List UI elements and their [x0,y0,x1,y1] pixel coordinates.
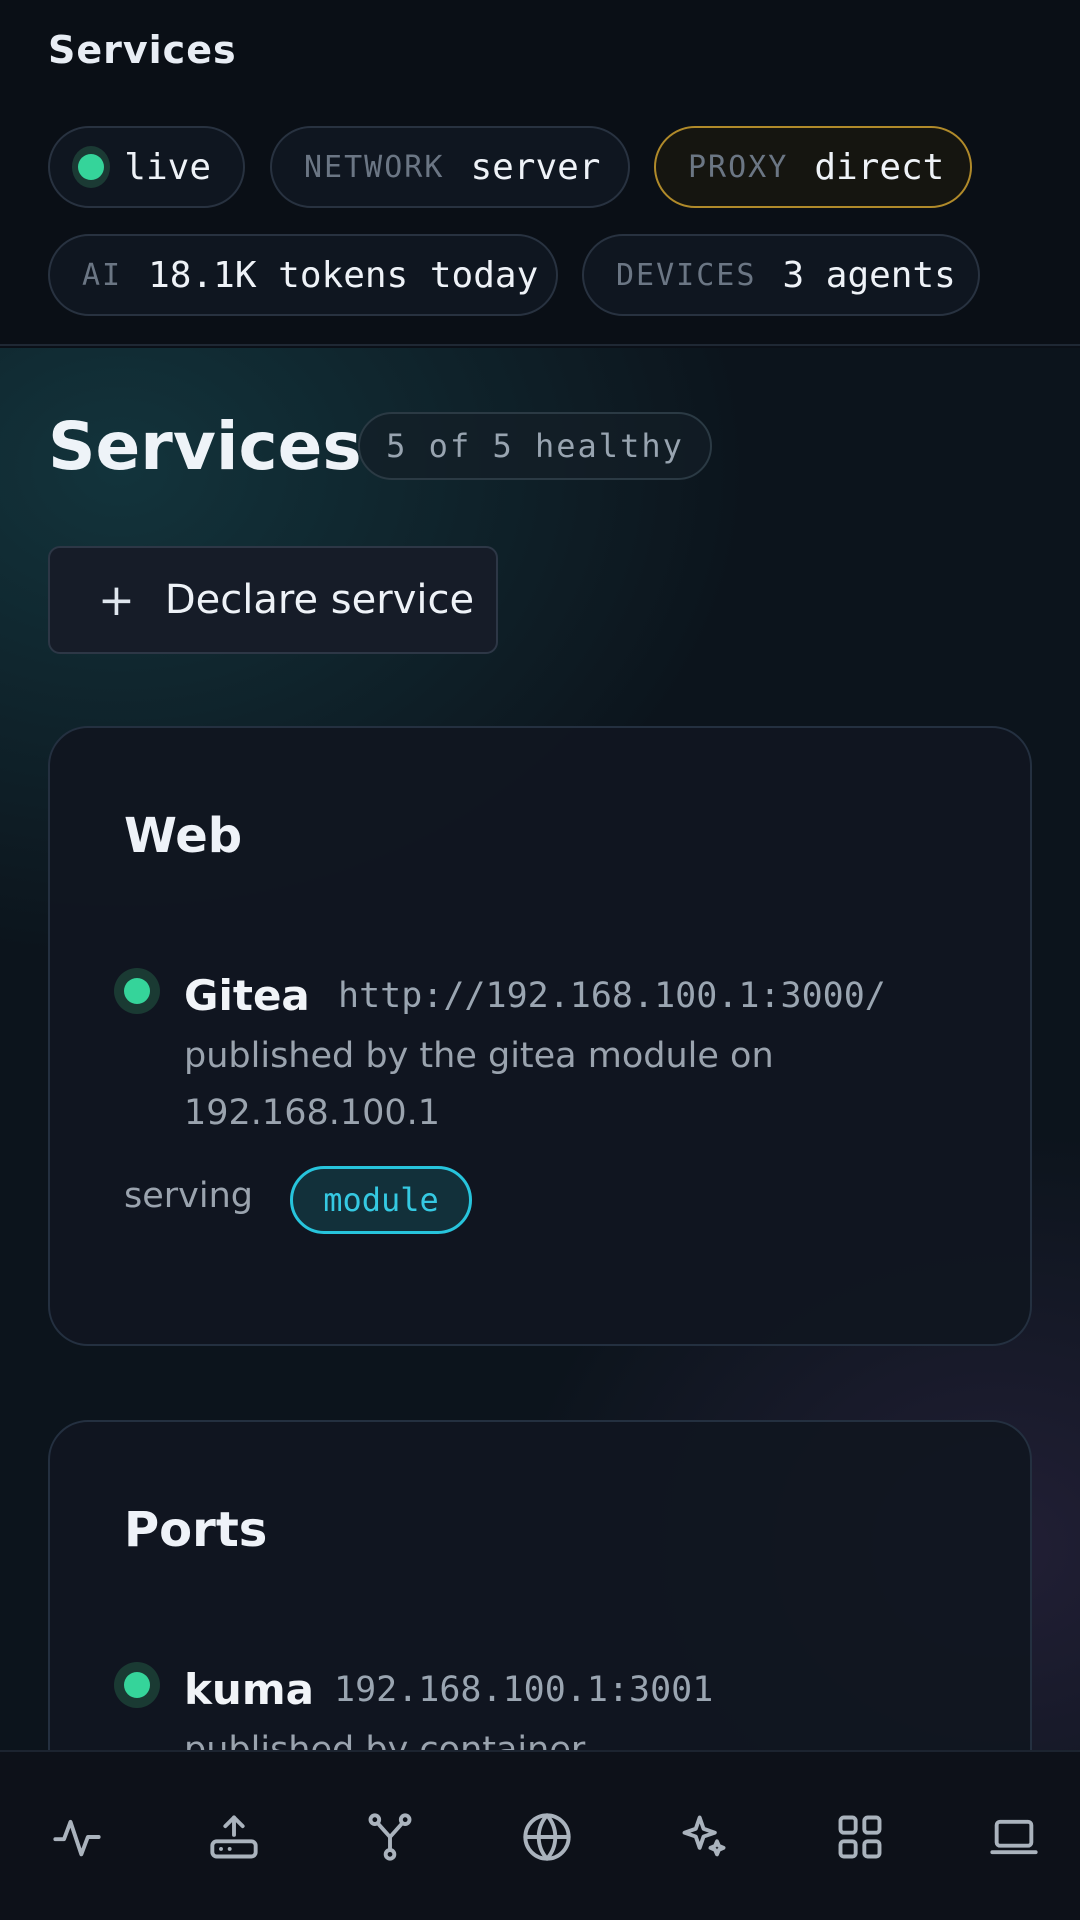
source-tag: module [290,1166,472,1234]
health-dot-icon [114,968,160,1014]
service-description: published by container [184,1730,586,1750]
status-header: Services live NETWORK server PROXY direc… [0,0,1080,346]
network-key: NETWORK [304,149,445,185]
devices-key: DEVICES [616,257,757,293]
bottom-nav [0,1750,1080,1920]
network-branch-icon [368,1813,412,1861]
ai-chip[interactable]: AI 18.1K tokens today [48,234,558,316]
activity-icon [53,1819,101,1857]
plus-icon: + [98,574,135,626]
proxy-value: direct [814,146,945,188]
service-group-web: Web Gitea http://192.168.100.1:3000/ pub… [48,726,1032,1346]
live-status-icon [72,146,111,188]
ai-key: AI [82,257,123,293]
service-status: serving [124,1176,253,1216]
group-title: Web [124,808,243,864]
nav-item-apps[interactable] [783,1752,937,1920]
live-chip[interactable]: live [48,126,245,208]
service-group-ports: Ports kuma 192.168.100.1:3001 published … [48,1420,1032,1750]
declare-service-label: Declare service [164,577,475,623]
nav-item-activity[interactable] [0,1752,154,1920]
live-label: live [124,146,211,188]
proxy-key: PROXY [688,149,789,185]
service-url[interactable]: http://192.168.100.1:3000/ [338,976,886,1016]
nav-item-devices[interactable] [937,1752,1080,1920]
laptop-icon [990,1819,1038,1855]
header-title: Services [48,28,237,72]
page-title: Services [48,408,362,485]
nav-item-ai[interactable] [627,1752,781,1920]
nav-item-network[interactable] [313,1752,467,1920]
group-title: Ports [124,1502,268,1558]
service-name[interactable]: kuma [184,1665,314,1714]
devices-chip[interactable]: DEVICES 3 agents [582,234,980,316]
network-chip[interactable]: NETWORK server [270,126,630,208]
network-value: server [470,146,601,188]
globe-icon [523,1813,571,1861]
grid-apps-icon [838,1815,882,1859]
services-main: Services 5 of 5 healthy + Declare servic… [0,348,1080,1750]
service-description: published by the gitea module on 192.168… [184,1036,774,1133]
nav-item-globe[interactable] [470,1752,624,1920]
ai-value: 18.1K tokens today [148,254,539,296]
nav-item-router[interactable] [157,1752,311,1920]
service-url[interactable]: 192.168.100.1:3001 [334,1670,713,1710]
devices-value: 3 agents [782,254,956,296]
proxy-chip[interactable]: PROXY direct [654,126,972,208]
sparkles-icon [682,1815,726,1857]
health-badge: 5 of 5 healthy [358,412,712,480]
service-name[interactable]: Gitea [184,971,310,1020]
declare-service-button[interactable]: + Declare service [48,546,498,654]
health-dot-icon [114,1662,160,1708]
router-upload-icon [210,1815,258,1859]
